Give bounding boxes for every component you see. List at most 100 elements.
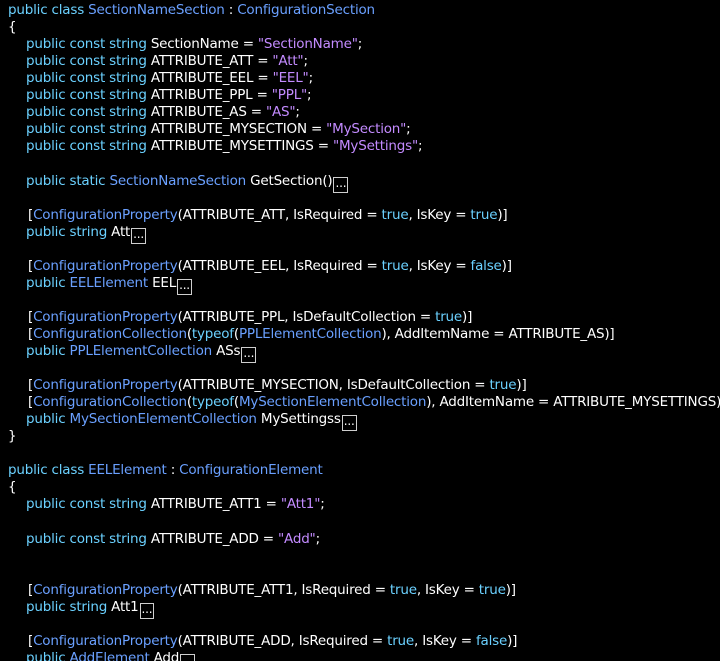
code-token: Att [111,223,131,240]
code-token: ; [315,530,321,547]
code-line[interactable]: public string Att... [26,223,146,244]
code-token: ATTRIBUTE_ADD = [150,530,279,547]
code-token: "MySection" [326,121,407,138]
code-token: public static [26,172,110,189]
code-line[interactable]: [ConfigurationProperty(ATTRIBUTE_ATT, Is… [28,206,508,224]
code-line[interactable]: [ConfigurationCollection(typeof(MySectio… [28,394,720,411]
collapsed-region-button[interactable]: ... [241,347,257,363]
code-token: ConfigurationProperty [33,581,178,598]
code-token: AddElement [69,649,150,661]
code-token: (ATTRIBUTE_ATT1, IsRequired = [177,581,390,598]
code-token: ATTRIBUTE_MYSETTINGS = [150,138,333,155]
code-line[interactable]: public const string ATTRIBUTE_PPL = "PPL… [26,87,312,104]
code-token: "AS" [265,104,296,121]
code-line[interactable]: public const string ATTRIBUTE_ATT = "Att… [26,53,308,70]
code-line[interactable]: public const string ATTRIBUTE_EEL = "EEL… [26,70,313,87]
collapsed-region-button[interactable]: ... [333,176,349,193]
code-line[interactable]: public class SectionNameSection : Config… [8,2,375,19]
code-token: ; [320,496,325,513]
code-token: ConfigurationProperty [33,206,178,223]
code-line[interactable]: { [8,479,17,496]
code-token: "Att1" [280,496,321,513]
code-token: { [8,19,17,36]
code-token: ; [417,138,423,155]
code-line[interactable]: public const string ATTRIBUTE_ATT1 = "At… [26,496,325,513]
code-line[interactable]: public EELElement EEL... [26,274,192,295]
code-token: public class [8,2,89,18]
code-token: )] [516,377,527,394]
code-line[interactable]: { [8,19,17,36]
code-token: public const string [26,70,151,87]
code-line[interactable]: [ConfigurationProperty(ATTRIBUTE_ATT1, I… [28,582,516,599]
collapsed-region-button[interactable]: ... [131,227,146,244]
code-line[interactable]: [ConfigurationProperty(ATTRIBUTE_EEL, Is… [28,258,512,275]
code-token: typeof [191,325,234,342]
code-token: ConfigurationProperty [33,632,178,649]
code-token: )] [462,308,473,325]
code-line[interactable]: public const string ATTRIBUTE_ADD = "Add… [26,531,320,548]
code-token: MySectionElementCollection [69,411,257,428]
code-line[interactable]: public const string ATTRIBUTE_MYSETTINGS… [26,138,423,155]
code-token: false [475,632,508,649]
code-line[interactable]: public static SectionNameSection GetSect… [26,172,349,193]
code-line[interactable]: public const string ATTRIBUTE_AS = "AS"; [26,104,300,121]
code-token: EELElement [69,274,149,291]
code-line[interactable]: public string Att1... [26,598,155,619]
code-token: ConfigurationElement [179,462,323,479]
code-token: ; [295,104,300,121]
code-token: ATTRIBUTE_ATT1 = [150,496,281,513]
code-line[interactable]: public MySectionElementCollection MySett… [26,411,357,432]
code-token: true [387,632,415,649]
code-token: ConfigurationSection [237,2,375,18]
collapsed-region-button[interactable]: ... [139,602,155,619]
code-line[interactable]: public AddElement Add... [26,649,196,661]
code-token: ATTRIBUTE_ATT = [150,53,273,70]
code-token: public const string [26,53,151,70]
code-token: ), AddItemName = ATTRIBUTE_MYSETTINGS)] [426,394,720,411]
code-token: typeof [191,394,234,411]
code-token: (ATTRIBUTE_EEL, IsRequired = [177,257,382,274]
code-token: ATTRIBUTE_MYSECTION = [150,121,327,138]
code-line[interactable]: [ConfigurationProperty(ATTRIBUTE_MYSECTI… [28,377,527,394]
code-token: (ATTRIBUTE_ADD, IsRequired = [177,632,388,649]
code-token: ConfigurationCollection [33,394,187,411]
code-line[interactable]: public const string ATTRIBUTE_MYSECTION … [26,121,411,138]
code-line[interactable]: public PPLElementCollection ASs... [26,343,257,363]
code-line[interactable]: [ConfigurationProperty(ATTRIBUTE_ADD, Is… [28,633,517,650]
code-token: )] [505,581,516,598]
code-token: ; [357,36,363,53]
code-token: Att1 [111,598,139,615]
code-line[interactable]: [ConfigurationCollection(typeof(PPLEleme… [28,326,615,343]
code-token: : [224,2,238,18]
code-line[interactable]: } [8,428,17,445]
collapsed-region-button[interactable]: ... [180,653,196,661]
collapsed-region-button[interactable]: ... [341,415,357,432]
code-token: "PPL" [271,87,308,104]
code-line[interactable]: [ConfigurationProperty(ATTRIBUTE_PPL, Is… [28,309,472,326]
code-token: public const string [26,36,151,53]
code-token: "MySettings" [332,138,418,155]
code-token: MySectionElementCollection [238,394,427,411]
code-editor[interactable]: public class SectionNameSection : Config… [0,0,720,661]
code-token: EELElement [88,462,167,479]
code-token: public const string [26,530,151,547]
code-token: ConfigurationCollection [33,325,187,342]
code-token: EEL [148,274,177,291]
code-token: ), AddItemName = ATTRIBUTE_AS)] [381,325,615,342]
code-token: (ATTRIBUTE_PPL, IsDefaultCollection = [177,308,436,325]
code-token: ; [308,70,314,87]
collapsed-region-button[interactable]: ... [177,278,192,295]
code-line[interactable]: public class EELElement : ConfigurationE… [8,462,323,479]
code-token: ConfigurationProperty [33,308,178,325]
code-token: ; [307,87,312,104]
code-token: public [26,274,70,291]
code-line[interactable]: public const string SectionName = "Secti… [26,36,362,53]
code-token: public const string [26,496,151,513]
code-token: ATTRIBUTE_AS = [150,104,266,121]
code-token: ; [303,53,308,70]
code-token: public class [8,462,89,479]
code-token: )] [507,632,518,649]
code-token: SectionNameSection [88,2,225,18]
code-token: "EEL" [272,70,309,87]
code-token: , IsKey = [416,581,479,598]
